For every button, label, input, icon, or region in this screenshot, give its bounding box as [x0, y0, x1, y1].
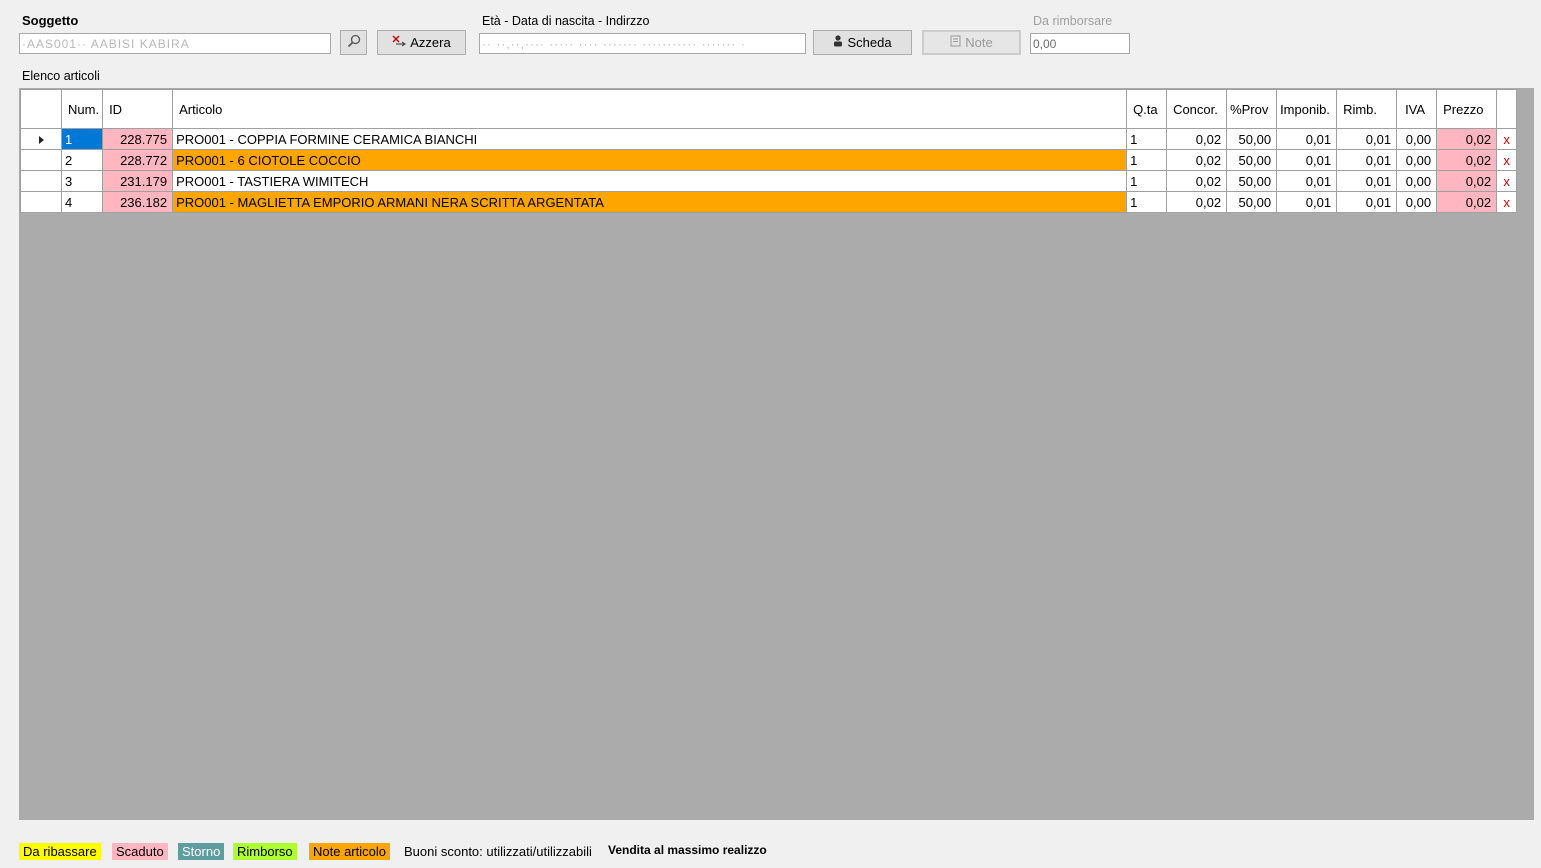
elenco-articoli-label: Elenco articoli — [22, 69, 100, 83]
note-button[interactable]: Note — [922, 30, 1021, 55]
delete-row-button[interactable]: x — [1496, 149, 1518, 171]
row-header[interactable] — [20, 170, 62, 192]
scheda-label: Scheda — [847, 35, 892, 50]
grid-header-row: Num. ID Articolo Q.ta Concor. %Prov Impo… — [20, 89, 1518, 129]
note-label: Note — [965, 35, 993, 50]
row-header[interactable] — [20, 191, 62, 213]
cell-prezzo[interactable]: 0,02 — [1436, 128, 1498, 150]
search-button[interactable] — [340, 30, 367, 55]
cell-articolo[interactable]: PRO001 - 6 CIOTOLE COCCIO — [172, 149, 1128, 171]
cell-prezzo[interactable]: 0,02 — [1436, 170, 1498, 192]
cell-rimb[interactable]: 0,01 — [1336, 128, 1398, 150]
legend-buoni-sconto: Buoni sconto: utilizzati/utilizzabili — [404, 844, 592, 859]
cell-id[interactable]: 228.772 — [102, 149, 174, 171]
col-header-id[interactable]: ID — [102, 89, 174, 129]
cell-id[interactable]: 236.182 — [102, 191, 174, 213]
cell-concor[interactable]: 0,02 — [1166, 128, 1228, 150]
current-row-arrow-icon — [38, 135, 44, 144]
cell-prov[interactable]: 50,00 — [1226, 128, 1278, 150]
cell-concor[interactable]: 0,02 — [1166, 191, 1228, 213]
cell-concor[interactable]: 0,02 — [1166, 149, 1228, 171]
cell-prov[interactable]: 50,00 — [1226, 170, 1278, 192]
cell-num[interactable]: 4 — [60, 191, 104, 213]
cell-concor[interactable]: 0,02 — [1166, 170, 1228, 192]
azzera-label: Azzera — [410, 35, 451, 50]
cell-num[interactable]: 1 — [60, 128, 104, 150]
eta-field[interactable]: ·· ··,··,···· ····· ···· ······· ·······… — [479, 33, 806, 54]
cell-iva[interactable]: 0,00 — [1396, 149, 1438, 171]
legend-storno: Storno — [178, 843, 225, 860]
delete-row-button[interactable]: x — [1496, 128, 1518, 150]
legend-note-articolo: Note articolo — [309, 843, 390, 860]
table-row[interactable]: 3 231.179 PRO001 - TASTIERA WIMITECH 1 0… — [20, 170, 1518, 192]
scheda-button[interactable]: Scheda — [813, 30, 912, 55]
legend-rimborso: Rimborso — [233, 843, 297, 860]
col-header-prov[interactable]: %Prov — [1226, 89, 1278, 129]
row-header-corner — [20, 89, 62, 129]
cell-articolo[interactable]: PRO001 - MAGLIETTA EMPORIO ARMANI NERA S… — [172, 191, 1128, 213]
cell-qta[interactable]: 1 — [1126, 191, 1168, 213]
col-header-qta[interactable]: Q.ta — [1126, 89, 1168, 129]
cell-iva[interactable]: 0,00 — [1396, 191, 1438, 213]
col-header-rimb[interactable]: Rimb. — [1336, 89, 1398, 129]
rimborsare-field[interactable]: 0,00 — [1030, 33, 1130, 54]
cell-qta[interactable]: 1 — [1126, 149, 1168, 171]
table-row[interactable]: 2 228.772 PRO001 - 6 CIOTOLE COCCIO 1 0,… — [20, 149, 1518, 171]
cell-imponib[interactable]: 0,01 — [1276, 128, 1338, 150]
eta-label: Età - Data di nascita - Indirzzo — [482, 14, 650, 28]
cell-id[interactable]: 231.179 — [102, 170, 174, 192]
vendita-massimo-realizzo: Vendita al massimo realizzo — [608, 843, 767, 857]
cell-num[interactable]: 3 — [60, 170, 104, 192]
cell-articolo[interactable]: PRO001 - TASTIERA WIMITECH — [172, 170, 1128, 192]
col-header-delete — [1496, 89, 1518, 129]
clear-icon — [392, 35, 407, 50]
soggetto-label: Soggetto — [22, 13, 79, 28]
cell-prov[interactable]: 50,00 — [1226, 149, 1278, 171]
row-header[interactable] — [20, 149, 62, 171]
cell-num[interactable]: 2 — [60, 149, 104, 171]
col-header-articolo[interactable]: Articolo — [172, 89, 1128, 129]
articles-grid: Num. ID Articolo Q.ta Concor. %Prov Impo… — [20, 89, 1518, 213]
col-header-iva[interactable]: IVA — [1396, 89, 1438, 129]
cell-imponib[interactable]: 0,01 — [1276, 170, 1338, 192]
cell-imponib[interactable]: 0,01 — [1276, 191, 1338, 213]
search-icon — [347, 34, 361, 51]
rimborsare-label: Da rimborsare — [1033, 14, 1113, 28]
table-row[interactable]: 1 228.775 PRO001 - COPPIA FORMINE CERAMI… — [20, 128, 1518, 150]
delete-row-button[interactable]: x — [1496, 191, 1518, 213]
cell-articolo[interactable]: PRO001 - COPPIA FORMINE CERAMICA BIANCHI — [172, 128, 1128, 150]
cell-imponib[interactable]: 0,01 — [1276, 149, 1338, 171]
note-icon — [950, 35, 961, 50]
cell-prov[interactable]: 50,00 — [1226, 191, 1278, 213]
azzera-button[interactable]: Azzera — [377, 30, 466, 55]
cell-prezzo[interactable]: 0,02 — [1436, 191, 1498, 213]
cell-qta[interactable]: 1 — [1126, 128, 1168, 150]
cell-id[interactable]: 228.775 — [102, 128, 174, 150]
cell-rimb[interactable]: 0,01 — [1336, 170, 1398, 192]
table-row[interactable]: 4 236.182 PRO001 - MAGLIETTA EMPORIO ARM… — [20, 191, 1518, 213]
cell-iva[interactable]: 0,00 — [1396, 128, 1438, 150]
col-header-prezzo[interactable]: Prezzo — [1436, 89, 1498, 129]
col-header-imponib[interactable]: Imponib. — [1276, 89, 1338, 129]
cell-prezzo[interactable]: 0,02 — [1436, 149, 1498, 171]
row-header-current[interactable] — [20, 128, 62, 150]
col-header-num[interactable]: Num. — [60, 89, 104, 129]
legend-da-ribassare: Da ribassare — [19, 843, 101, 860]
cell-rimb[interactable]: 0,01 — [1336, 191, 1398, 213]
person-icon — [833, 35, 843, 50]
legend-scaduto: Scaduto — [112, 843, 168, 860]
delete-row-button[interactable]: x — [1496, 170, 1518, 192]
col-header-concor[interactable]: Concor. — [1166, 89, 1228, 129]
cell-qta[interactable]: 1 — [1126, 170, 1168, 192]
cell-rimb[interactable]: 0,01 — [1336, 149, 1398, 171]
soggetto-field[interactable]: ·AAS001·· AABISI KABIRA — [19, 33, 331, 54]
cell-iva[interactable]: 0,00 — [1396, 170, 1438, 192]
